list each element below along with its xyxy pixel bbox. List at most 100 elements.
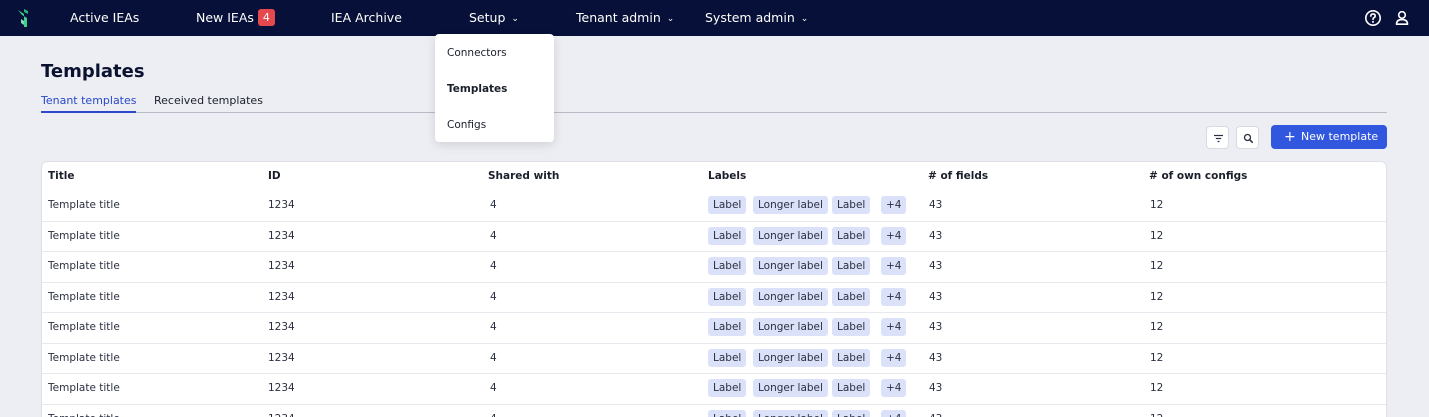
nav-new-ieas[interactable]: New IEAs 4 [196, 0, 275, 36]
own-configs-count-cell: 12 [1150, 260, 1164, 272]
nav-active-ieas[interactable]: Active IEAs [70, 0, 139, 36]
shared-with-cell: 4 [490, 199, 497, 211]
more-labels-chip: +4 [881, 257, 907, 275]
label-chip: Label [708, 257, 747, 275]
column-header-title[interactable]: Title [48, 170, 75, 182]
nav-tenant-admin[interactable]: Tenant admin ⌄ [576, 0, 674, 36]
table-row[interactable]: Template title123444312LabelLonger label… [42, 191, 1386, 222]
title-cell: Template title [48, 351, 120, 364]
nav-system-admin-label: System admin [705, 10, 795, 25]
fields-count-cell: 43 [929, 260, 943, 272]
label-chip: Longer label [753, 257, 828, 275]
page-title: Templates [41, 61, 145, 82]
more-labels-chip: +4 [881, 409, 907, 417]
fields-count-cell: 43 [929, 229, 943, 242]
fields-count-cell: 43 [929, 199, 943, 211]
table-row[interactable]: Template title123444312LabelLonger label… [42, 344, 1386, 374]
templates-table: Title ID Shared with Labels # of fields … [41, 161, 1387, 417]
own-configs-count-cell: 12 [1150, 290, 1164, 303]
column-header-own-configs[interactable]: # of own configs [1149, 170, 1247, 182]
nav-active-ieas-label: Active IEAs [70, 10, 140, 25]
title-cell: Template title [48, 199, 120, 211]
table-row[interactable]: Template title123444312LabelLonger label… [42, 374, 1386, 405]
title-cell: Template title [48, 290, 120, 303]
fields-count-cell: 43 [929, 382, 943, 394]
label-chip: Label [832, 226, 871, 245]
menu-item-connectors[interactable]: Connectors [447, 47, 507, 59]
label-chip: Label [708, 379, 747, 397]
tab-tenant-templates[interactable]: Tenant templates [41, 94, 137, 107]
more-labels-chip: +4 [881, 348, 907, 367]
shared-with-cell: 4 [490, 321, 497, 333]
fields-count-cell: 43 [929, 413, 942, 417]
column-header-fields[interactable]: # of fields [928, 170, 988, 182]
label-chip: Longer label [753, 196, 828, 214]
shared-with-cell: 4 [490, 260, 497, 272]
label-chip: Label [832, 196, 871, 214]
table-row[interactable]: Template title 1234 4 43 12 Label Longer label… [42, 252, 1386, 283]
table-row[interactable]: Template title123444312LabelLonger label… [42, 405, 1386, 417]
fields-count-cell: 43 [929, 321, 943, 333]
own-configs-count-cell: 12 [1150, 199, 1164, 211]
chevron-down-icon: ⌄ [666, 14, 675, 24]
id-cell: 1234 [268, 199, 295, 211]
fields-count-cell: 43 [929, 290, 943, 303]
search-button[interactable] [1236, 126, 1259, 149]
app-logo-icon[interactable] [14, 6, 34, 30]
nav-setup[interactable]: Setup ⌄ [469, 0, 519, 36]
label-chip: Label [832, 379, 871, 397]
nav-system-admin[interactable]: System admin ⌄ [705, 0, 808, 36]
id-cell: 1234 [268, 321, 295, 333]
filter-button[interactable] [1206, 126, 1229, 149]
title-cell: Template title [48, 321, 120, 333]
nav-iea-archive[interactable]: IEA Archive [331, 0, 402, 36]
label-chip: Longer label [753, 287, 828, 306]
column-header-shared-with[interactable]: Shared with [488, 170, 559, 182]
menu-item-configs[interactable]: Configs [447, 119, 486, 131]
column-header-labels[interactable]: Labels [708, 170, 746, 182]
help-icon[interactable] [1364, 9, 1382, 27]
active-tab-indicator [41, 111, 136, 113]
menu-item-templates[interactable]: Templates [447, 83, 507, 95]
shared-with-cell: 4 [490, 413, 497, 417]
id-cell: 1234 [268, 260, 295, 272]
nav-setup-label: Setup [469, 10, 506, 25]
fields-count-cell: 43 [929, 351, 943, 364]
column-header-id[interactable]: ID [268, 170, 281, 182]
shared-with-cell: 4 [490, 290, 497, 303]
label-chip: Label [832, 348, 871, 367]
label-chip: Label [708, 287, 747, 306]
table-row[interactable]: Template title 1234 4 43 12 Label Longer label… [42, 313, 1386, 344]
title-cell: Template title [48, 382, 120, 394]
filter-icon [1214, 134, 1223, 143]
top-nav: Active IEAs New IEAs 4 IEA Archive Setup ⌄… [0, 0, 1429, 36]
label-chip: Label [708, 318, 747, 336]
id-cell: 1234 [268, 351, 295, 364]
new-template-label: New template [1301, 130, 1379, 143]
id-cell: 1234 [268, 290, 295, 303]
id-cell: 1234 [268, 229, 295, 242]
more-labels-chip: +4 [881, 287, 907, 306]
shared-with-cell: 4 [490, 382, 497, 394]
new-template-button[interactable]: + New template [1271, 125, 1387, 149]
nav-new-ieas-label: New IEAs [196, 10, 254, 25]
label-chip: Longer label [753, 318, 828, 336]
label-chip: Label [708, 348, 747, 367]
title-cell: Template title [48, 413, 120, 417]
label-chip: Label [708, 196, 747, 214]
own-configs-count-cell: 12 [1150, 413, 1163, 417]
more-labels-chip: +4 [881, 318, 907, 336]
tab-received-templates[interactable]: Received templates [154, 94, 263, 107]
search-icon [1243, 133, 1254, 144]
table-row[interactable]: Template title123444312LabelLonger label… [42, 222, 1386, 252]
title-cell: Template title [48, 260, 120, 272]
own-configs-count-cell: 12 [1150, 321, 1164, 333]
label-chip: Label [708, 226, 747, 245]
setup-dropdown-menu: Connectors Templates Configs [435, 34, 554, 142]
new-ieas-count-badge: 4 [257, 9, 275, 26]
title-cell: Template title [48, 229, 120, 242]
user-icon[interactable] [1393, 9, 1411, 27]
more-labels-chip: +4 [881, 226, 907, 245]
table-row[interactable]: Template title 1234 4 43 12 Label Longer label… [42, 283, 1386, 313]
shared-with-cell: 4 [490, 229, 497, 242]
